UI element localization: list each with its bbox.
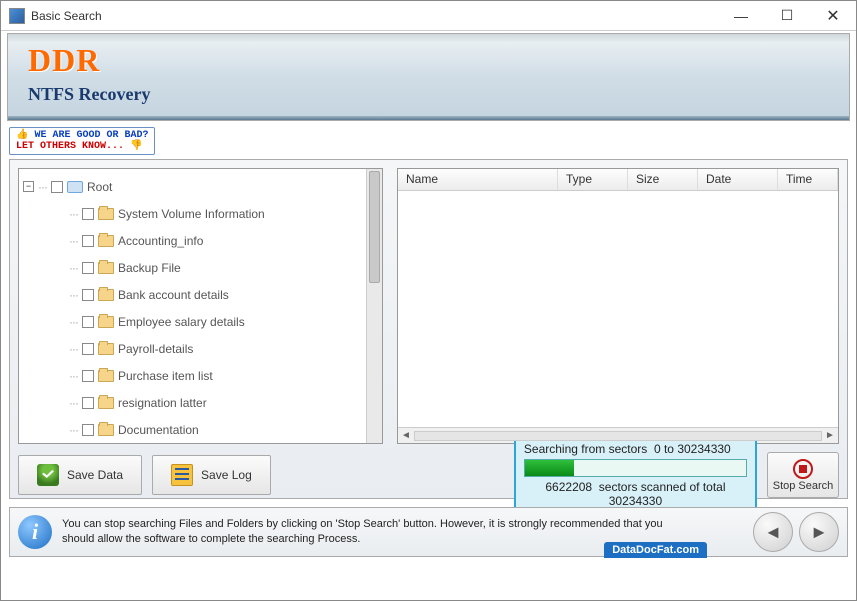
tree-root[interactable]: −···Root — [21, 173, 364, 200]
save-log-icon — [171, 464, 193, 486]
scroll-right-icon[interactable]: ► — [822, 430, 838, 441]
feedback-line2: LET OTHERS KNOW... — [16, 141, 124, 152]
checkbox[interactable] — [82, 316, 94, 328]
folder-icon — [98, 262, 114, 274]
checkbox[interactable] — [82, 397, 94, 409]
column-header[interactable]: Name — [398, 169, 558, 190]
titlebar: Basic Search — ☐ ✕ — [1, 1, 856, 31]
checkbox[interactable] — [82, 262, 94, 274]
hint-text: You can stop searching Files and Folders… — [62, 517, 839, 547]
status-box: Searching from sectors 0 to 30234330 662… — [514, 436, 757, 514]
checkbox[interactable] — [51, 181, 63, 193]
nav-prev-button[interactable]: ◄ — [753, 512, 793, 552]
scroll-left-icon[interactable]: ◄ — [398, 430, 414, 441]
app-icon — [9, 8, 25, 24]
hint-panel: i You can stop searching Files and Folde… — [9, 507, 848, 557]
close-button[interactable]: ✕ — [810, 1, 856, 31]
tree-item[interactable]: ···Purchase item list — [21, 362, 364, 389]
collapse-icon[interactable]: − — [23, 181, 34, 192]
brand-logo: DDR — [28, 44, 829, 76]
tree-item-label: resignation latter — [118, 396, 207, 410]
tree-root-label: Root — [87, 180, 112, 194]
brand-subtitle: NTFS Recovery — [28, 84, 829, 105]
feedback-line1: WE ARE GOOD OR BAD? — [34, 130, 148, 141]
save-data-label: Save Data — [67, 468, 123, 482]
stop-search-button[interactable]: Stop Search — [767, 452, 839, 498]
column-header[interactable]: Date — [698, 169, 778, 190]
tree-item[interactable]: ···Documentation — [21, 416, 364, 443]
tree-item[interactable]: ···Backup File — [21, 254, 364, 281]
minimize-button[interactable]: — — [718, 1, 764, 31]
column-header[interactable]: Time — [778, 169, 838, 190]
stop-search-label: Stop Search — [773, 480, 834, 492]
column-header[interactable]: Size — [628, 169, 698, 190]
status-line2: 6622208 sectors scanned of total 3023433… — [524, 480, 747, 508]
folder-icon — [98, 235, 114, 247]
feedback-bar: 👍 WE ARE GOOD OR BAD? LET OTHERS KNOW...… — [9, 127, 848, 155]
main-panel: −···Root···System Volume Information···A… — [9, 159, 848, 499]
folder-icon — [98, 397, 114, 409]
save-data-button[interactable]: Save Data — [18, 455, 142, 495]
tree-item[interactable]: ···Bank account details — [21, 281, 364, 308]
column-header[interactable]: Type — [558, 169, 628, 190]
tree-item[interactable]: ···Employee salary details — [21, 308, 364, 335]
checkbox[interactable] — [82, 343, 94, 355]
window-title: Basic Search — [31, 9, 718, 23]
tree-item-label: Employee salary details — [118, 315, 245, 329]
save-data-icon — [37, 464, 59, 486]
folder-icon — [98, 208, 114, 220]
folder-tree[interactable]: −···Root···System Volume Information···A… — [18, 168, 383, 444]
folder-icon — [98, 370, 114, 382]
tree-item-label: Bank account details — [118, 288, 229, 302]
tree-item-label: Payroll-details — [118, 342, 193, 356]
checkbox[interactable] — [82, 289, 94, 301]
tree-item-label: Purchase item list — [118, 369, 213, 383]
folder-icon — [98, 316, 114, 328]
tree-item[interactable]: ···System Volume Information — [21, 200, 364, 227]
tree-item-label: System Volume Information — [118, 207, 265, 221]
list-header: NameTypeSizeDateTime — [398, 169, 838, 191]
save-log-label: Save Log — [201, 468, 252, 482]
feedback-button[interactable]: 👍 WE ARE GOOD OR BAD? LET OTHERS KNOW...… — [9, 127, 155, 155]
progress-bar — [524, 459, 747, 477]
maximize-button[interactable]: ☐ — [764, 1, 810, 31]
checkbox[interactable] — [82, 235, 94, 247]
status-line1: Searching from sectors 0 to 30234330 — [524, 442, 747, 456]
folder-icon — [98, 424, 114, 436]
tree-item-label: Documentation — [118, 423, 199, 437]
info-icon: i — [18, 515, 52, 549]
save-log-button[interactable]: Save Log — [152, 455, 271, 495]
list-body — [398, 191, 838, 427]
stop-icon — [793, 459, 813, 479]
tree-item[interactable]: ···Accounting_info — [21, 227, 364, 254]
nav-next-button[interactable]: ► — [799, 512, 839, 552]
tree-scrollbar[interactable] — [366, 169, 382, 443]
watermark: DataDocFat.com — [604, 542, 707, 558]
folder-icon — [98, 289, 114, 301]
drive-icon — [67, 181, 83, 193]
file-list[interactable]: NameTypeSizeDateTime ◄ ► — [397, 168, 839, 444]
tree-item[interactable]: ···resignation latter — [21, 389, 364, 416]
tree-item-label: Backup File — [118, 261, 181, 275]
checkbox[interactable] — [82, 208, 94, 220]
checkbox[interactable] — [82, 424, 94, 436]
tree-item-label: Accounting_info — [118, 234, 203, 248]
banner: DDR NTFS Recovery — [7, 33, 850, 121]
folder-icon — [98, 343, 114, 355]
checkbox[interactable] — [82, 370, 94, 382]
tree-item[interactable]: ···Payroll-details — [21, 335, 364, 362]
